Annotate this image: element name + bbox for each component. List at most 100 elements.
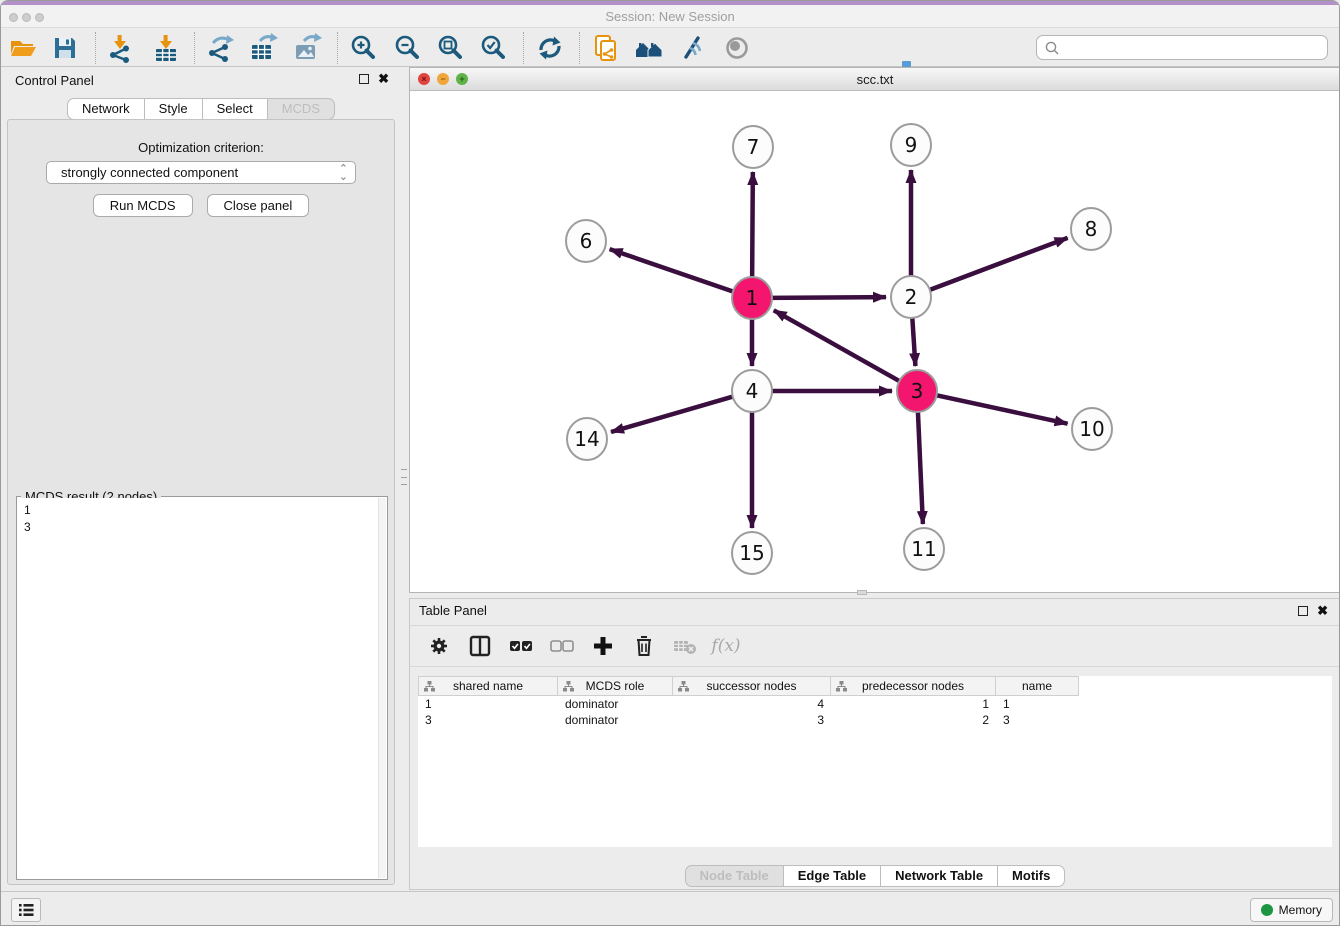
tab-motifs[interactable]: Motifs	[998, 865, 1065, 887]
edge-1-6[interactable]	[610, 249, 734, 292]
vertical-splitter-handle[interactable]	[401, 469, 407, 485]
column-header-shared-name[interactable]: shared name	[418, 676, 558, 696]
float-panel-icon[interactable]	[359, 74, 369, 84]
column-header-MCDS-role[interactable]: MCDS role	[558, 676, 673, 696]
tab-network[interactable]: Network	[67, 98, 145, 120]
mcds-result-item[interactable]: 1	[24, 502, 378, 519]
graph-node-7[interactable]: 7	[733, 126, 773, 168]
svg-text:4: 4	[746, 379, 759, 403]
float-table-panel-icon[interactable]	[1298, 606, 1308, 616]
table-row[interactable]: 1dominator411	[418, 696, 1079, 712]
graph-node-11[interactable]: 11	[904, 528, 944, 570]
tab-node-table[interactable]: Node Table	[685, 865, 784, 887]
column-header-successor-nodes[interactable]: successor nodes	[673, 676, 831, 696]
refresh-layout-icon[interactable]	[535, 33, 565, 63]
network-canvas[interactable]: 7 9 6 8 1 2 4 3 14 10 15 11	[410, 91, 1340, 592]
table-cell[interactable]: 1	[831, 696, 996, 712]
tab-network-table[interactable]: Network Table	[881, 865, 998, 887]
trash-icon[interactable]	[631, 633, 657, 659]
result-scrollbar[interactable]	[378, 498, 386, 878]
svg-text:2: 2	[905, 285, 918, 309]
export-network-icon[interactable]	[205, 33, 235, 63]
graph-node-14[interactable]: 14	[567, 418, 607, 460]
show-eye-icon[interactable]	[722, 33, 752, 63]
close-panel-button[interactable]: Close panel	[207, 194, 310, 217]
toolbar-drag-handle[interactable]	[902, 61, 911, 67]
save-session-icon[interactable]	[50, 33, 80, 63]
graph-node-1[interactable]: 1	[732, 277, 772, 319]
open-file-icon[interactable]	[8, 33, 38, 63]
graph-node-3[interactable]: 3	[897, 370, 937, 412]
import-network-icon[interactable]	[105, 33, 135, 63]
export-image-icon[interactable]	[292, 33, 322, 63]
graph-node-10[interactable]: 10	[1072, 408, 1112, 450]
hide-details-icon[interactable]	[677, 33, 707, 63]
mcds-result-item[interactable]: 3	[24, 519, 378, 536]
table-row[interactable]: 3dominator323	[418, 712, 1079, 728]
graph-node-6[interactable]: 6	[566, 220, 606, 262]
graph-node-8[interactable]: 8	[1071, 208, 1111, 250]
mcds-result-list[interactable]: 13	[18, 498, 378, 878]
graph-node-4[interactable]: 4	[732, 370, 772, 412]
import-table-icon[interactable]	[151, 33, 181, 63]
tab-select[interactable]: Select	[203, 98, 268, 120]
tab-mcds[interactable]: MCDS	[268, 98, 335, 120]
edge-3-10[interactable]	[936, 395, 1068, 424]
zoom-out-icon[interactable]	[392, 33, 422, 63]
add-row-icon[interactable]	[590, 633, 616, 659]
zoom-fit-icon[interactable]	[435, 33, 465, 63]
column-header-name[interactable]: name	[996, 676, 1079, 696]
toolbar-separator	[523, 32, 524, 64]
edge-2-8[interactable]	[929, 238, 1068, 290]
table-cell[interactable]: dominator	[558, 696, 673, 712]
run-mcds-button[interactable]: Run MCDS	[93, 194, 193, 217]
graph-node-15[interactable]: 15	[732, 532, 772, 574]
deselect-all-icon[interactable]	[549, 633, 575, 659]
table-cell[interactable]: 2	[831, 712, 996, 728]
table-cell[interactable]: 3	[418, 712, 558, 728]
gear-icon[interactable]	[426, 633, 452, 659]
horizontal-splitter-handle[interactable]	[857, 590, 867, 595]
delete-table-icon[interactable]	[672, 633, 698, 659]
table-cell[interactable]: dominator	[558, 712, 673, 728]
memory-button[interactable]: Memory	[1250, 898, 1333, 922]
edge-1-7[interactable]	[752, 172, 753, 279]
copy-network-icon[interactable]	[591, 33, 621, 63]
edge-1-2[interactable]	[771, 297, 886, 298]
network-view-window: × − + scc.txt 7 9 6 8 1 2 4 3 14 10 15 11	[409, 67, 1340, 593]
graph-node-2[interactable]: 2	[891, 276, 931, 318]
column-header-predecessor-nodes[interactable]: predecessor nodes	[831, 676, 996, 696]
table-cell[interactable]: 4	[673, 696, 831, 712]
zoom-selected-icon[interactable]	[478, 33, 508, 63]
tab-style[interactable]: Style	[145, 98, 203, 120]
close-panel-icon[interactable]: ✖	[378, 74, 389, 84]
node-table[interactable]: shared nameMCDS rolesuccessor nodesprede…	[418, 676, 1079, 728]
close-table-panel-icon[interactable]: ✖	[1317, 606, 1328, 616]
edge-2-3[interactable]	[912, 316, 915, 366]
select-all-icon[interactable]	[508, 633, 534, 659]
table-cell[interactable]: 1	[996, 696, 1079, 712]
zoom-in-icon[interactable]	[348, 33, 378, 63]
task-history-button[interactable]	[11, 898, 41, 922]
table-cell[interactable]: 1	[418, 696, 558, 712]
network-window-title: scc.txt	[410, 72, 1340, 87]
svg-text:14: 14	[574, 427, 599, 451]
table-cell[interactable]: 3	[996, 712, 1079, 728]
columns-icon[interactable]	[467, 633, 493, 659]
edge-3-11[interactable]	[918, 410, 923, 524]
search-input[interactable]	[1060, 36, 1327, 59]
edge-3-1[interactable]	[774, 310, 901, 381]
tab-edge-table[interactable]: Edge Table	[784, 865, 881, 887]
cyndex-home-icon[interactable]	[634, 33, 664, 63]
main-toolbar	[1, 27, 1339, 67]
search-field[interactable]	[1036, 35, 1328, 60]
function-builder-icon[interactable]: f(x)	[713, 633, 739, 659]
table-cell[interactable]: 3	[673, 712, 831, 728]
window-title: Session: New Session	[1, 9, 1339, 24]
graph-node-9[interactable]: 9	[891, 124, 931, 166]
network-window-titlebar[interactable]: × − + scc.txt	[410, 68, 1340, 91]
optimization-label: Optimization criterion:	[8, 140, 394, 155]
optimization-dropdown[interactable]: strongly connected component ⌃⌄	[46, 161, 356, 184]
export-table-icon[interactable]	[248, 33, 278, 63]
edge-4-14[interactable]	[611, 396, 734, 432]
